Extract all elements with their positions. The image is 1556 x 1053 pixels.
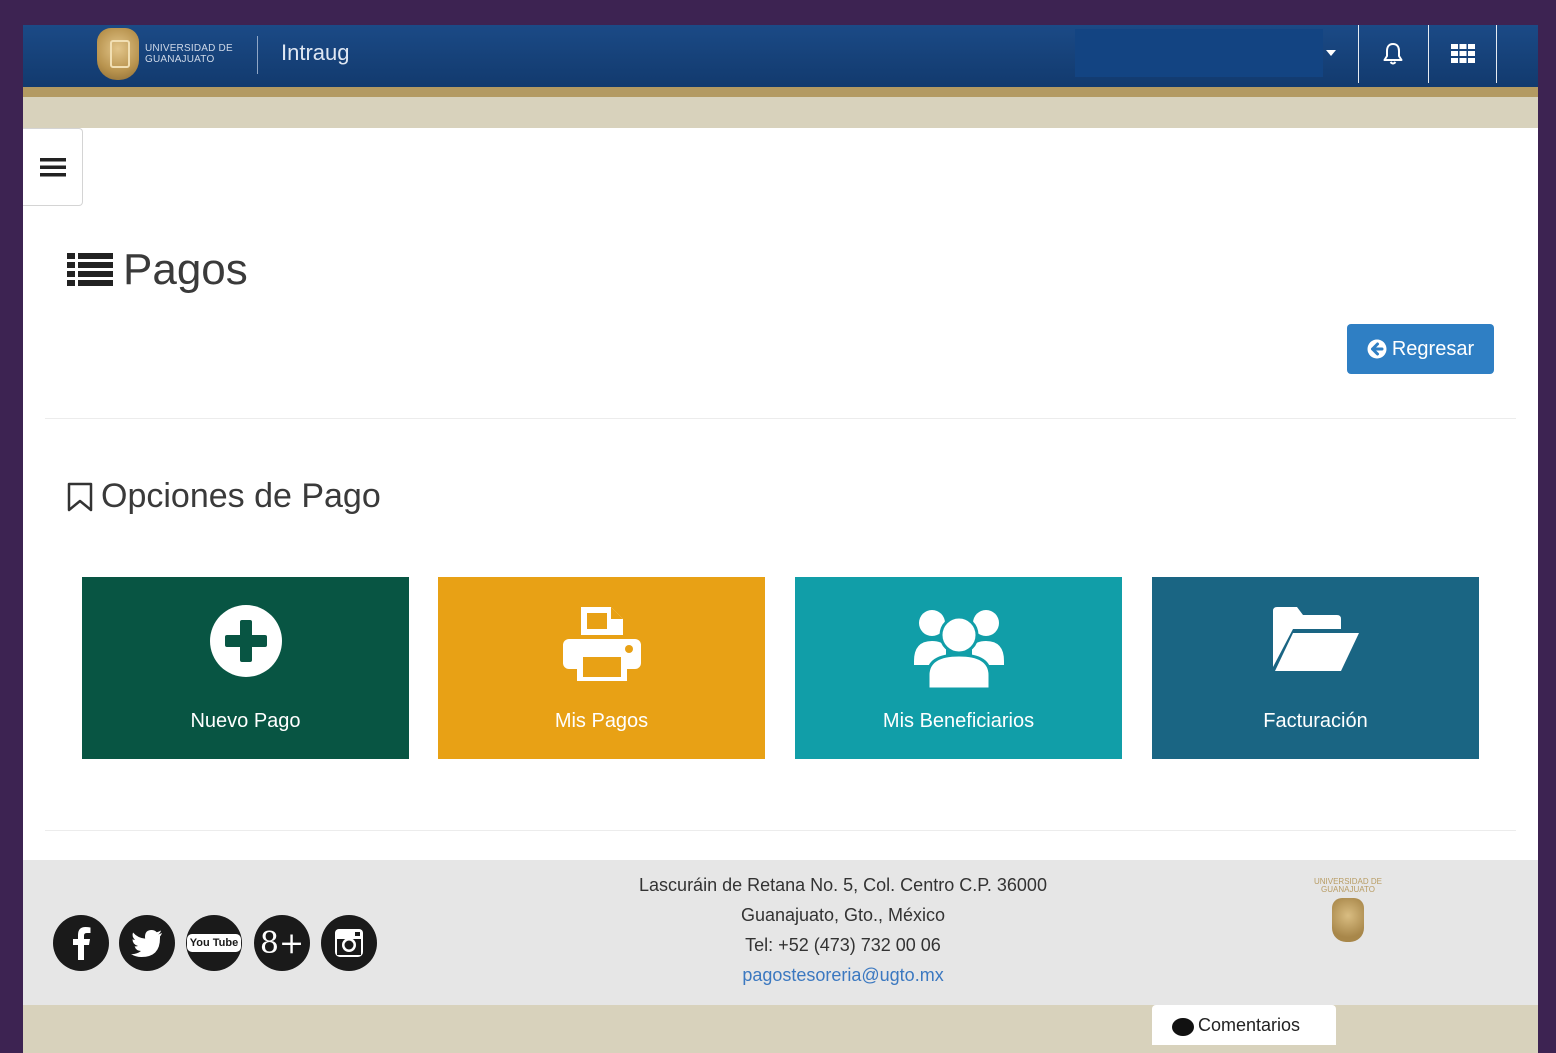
youtube-icon-text: You Tube	[186, 934, 242, 952]
users-icon	[913, 610, 1004, 689]
tile-label: Mis Pagos	[554, 710, 649, 732]
tile-label: Nuevo Pago	[190, 710, 301, 732]
navbar-divider	[1496, 25, 1497, 83]
footer-logo-line-2: GUANAJUATO	[1321, 885, 1375, 894]
page-title-text: Pagos	[123, 245, 248, 294]
tile-mis-pagos[interactable]: Mis Pagos	[438, 577, 765, 759]
tile-mis-beneficiarios[interactable]: Mis Beneficiarios	[795, 577, 1122, 759]
app-frame: UNIVERSIDAD DE GUANAJUATO Intraug Pagos …	[23, 25, 1538, 1053]
bell-icon[interactable]	[1378, 39, 1408, 69]
divider	[45, 418, 1516, 419]
section-title-text: Opciones de Pago	[101, 477, 381, 515]
footer-logo: UNIVERSIDAD DE GUANAJUATO	[1308, 878, 1388, 942]
feedback-button[interactable]: Comentarios	[1152, 1005, 1336, 1045]
facebook-icon[interactable]	[53, 915, 109, 971]
back-button[interactable]: Regresar	[1347, 324, 1494, 374]
section-title: Opciones de Pago	[67, 477, 381, 516]
google-plus-icon[interactable]: 8+	[254, 915, 310, 971]
university-seal-icon	[97, 28, 139, 80]
gold-accent-bar	[23, 87, 1538, 97]
tile-label: Mis Beneficiarios	[882, 710, 1035, 732]
logo-line-2: GUANAJUATO	[145, 54, 215, 65]
printer-icon	[562, 607, 641, 681]
folder-open-icon	[1272, 607, 1359, 671]
back-button-label: Regresar	[1391, 337, 1475, 360]
navbar-separator	[257, 36, 258, 74]
instagram-icon[interactable]	[321, 915, 377, 971]
footer: You Tube 8+ Lascuráin de Retana No. 5, C…	[23, 860, 1538, 1005]
apps-grid-icon[interactable]	[1448, 39, 1478, 69]
top-navbar: UNIVERSIDAD DE GUANAJUATO Intraug	[23, 25, 1538, 87]
divider	[45, 830, 1516, 831]
caret-down-icon[interactable]	[1326, 50, 1336, 56]
beige-bar	[23, 97, 1538, 128]
university-logo[interactable]: UNIVERSIDAD DE GUANAJUATO	[97, 28, 233, 80]
arrow-circle-left-icon	[1367, 339, 1387, 359]
comment-icon	[1172, 1018, 1194, 1036]
navbar-divider	[1428, 25, 1429, 83]
app-title[interactable]: Intraug	[281, 40, 350, 66]
logo-text: UNIVERSIDAD DE GUANAJUATO	[145, 43, 233, 65]
list-icon	[67, 253, 113, 286]
address-line-2: Guanajuato, Gto., México	[740, 905, 946, 925]
bookmark-icon	[67, 482, 93, 511]
footer-address: Lascuráin de Retana No. 5, Col. Centro C…	[583, 870, 1103, 990]
address-line-1: Lascuráin de Retana No. 5, Col. Centro C…	[639, 875, 1047, 895]
user-dropdown[interactable]	[1075, 29, 1323, 77]
twitter-icon[interactable]	[119, 915, 175, 971]
university-seal-icon	[1332, 898, 1364, 942]
feedback-label: Comentarios	[1198, 1015, 1301, 1035]
tile-nuevo-pago[interactable]: Nuevo Pago	[82, 577, 409, 759]
youtube-icon[interactable]: You Tube	[186, 915, 242, 971]
plus-circle-icon	[209, 605, 282, 677]
google-plus-icon-text: 8+	[259, 925, 305, 961]
sidebar-toggle-button[interactable]	[23, 128, 83, 206]
hamburger-icon	[39, 158, 66, 177]
page-title: Pagos	[67, 245, 248, 295]
logo-line-1: UNIVERSIDAD DE	[145, 43, 233, 54]
tile-label: Facturación	[1263, 710, 1368, 732]
email-link[interactable]: pagostesoreria@ugto.mx	[583, 960, 1103, 990]
tile-facturacion[interactable]: Facturación	[1152, 577, 1479, 759]
phone-number: Tel: +52 (473) 732 00 06	[745, 935, 941, 955]
navbar-divider	[1358, 25, 1359, 83]
